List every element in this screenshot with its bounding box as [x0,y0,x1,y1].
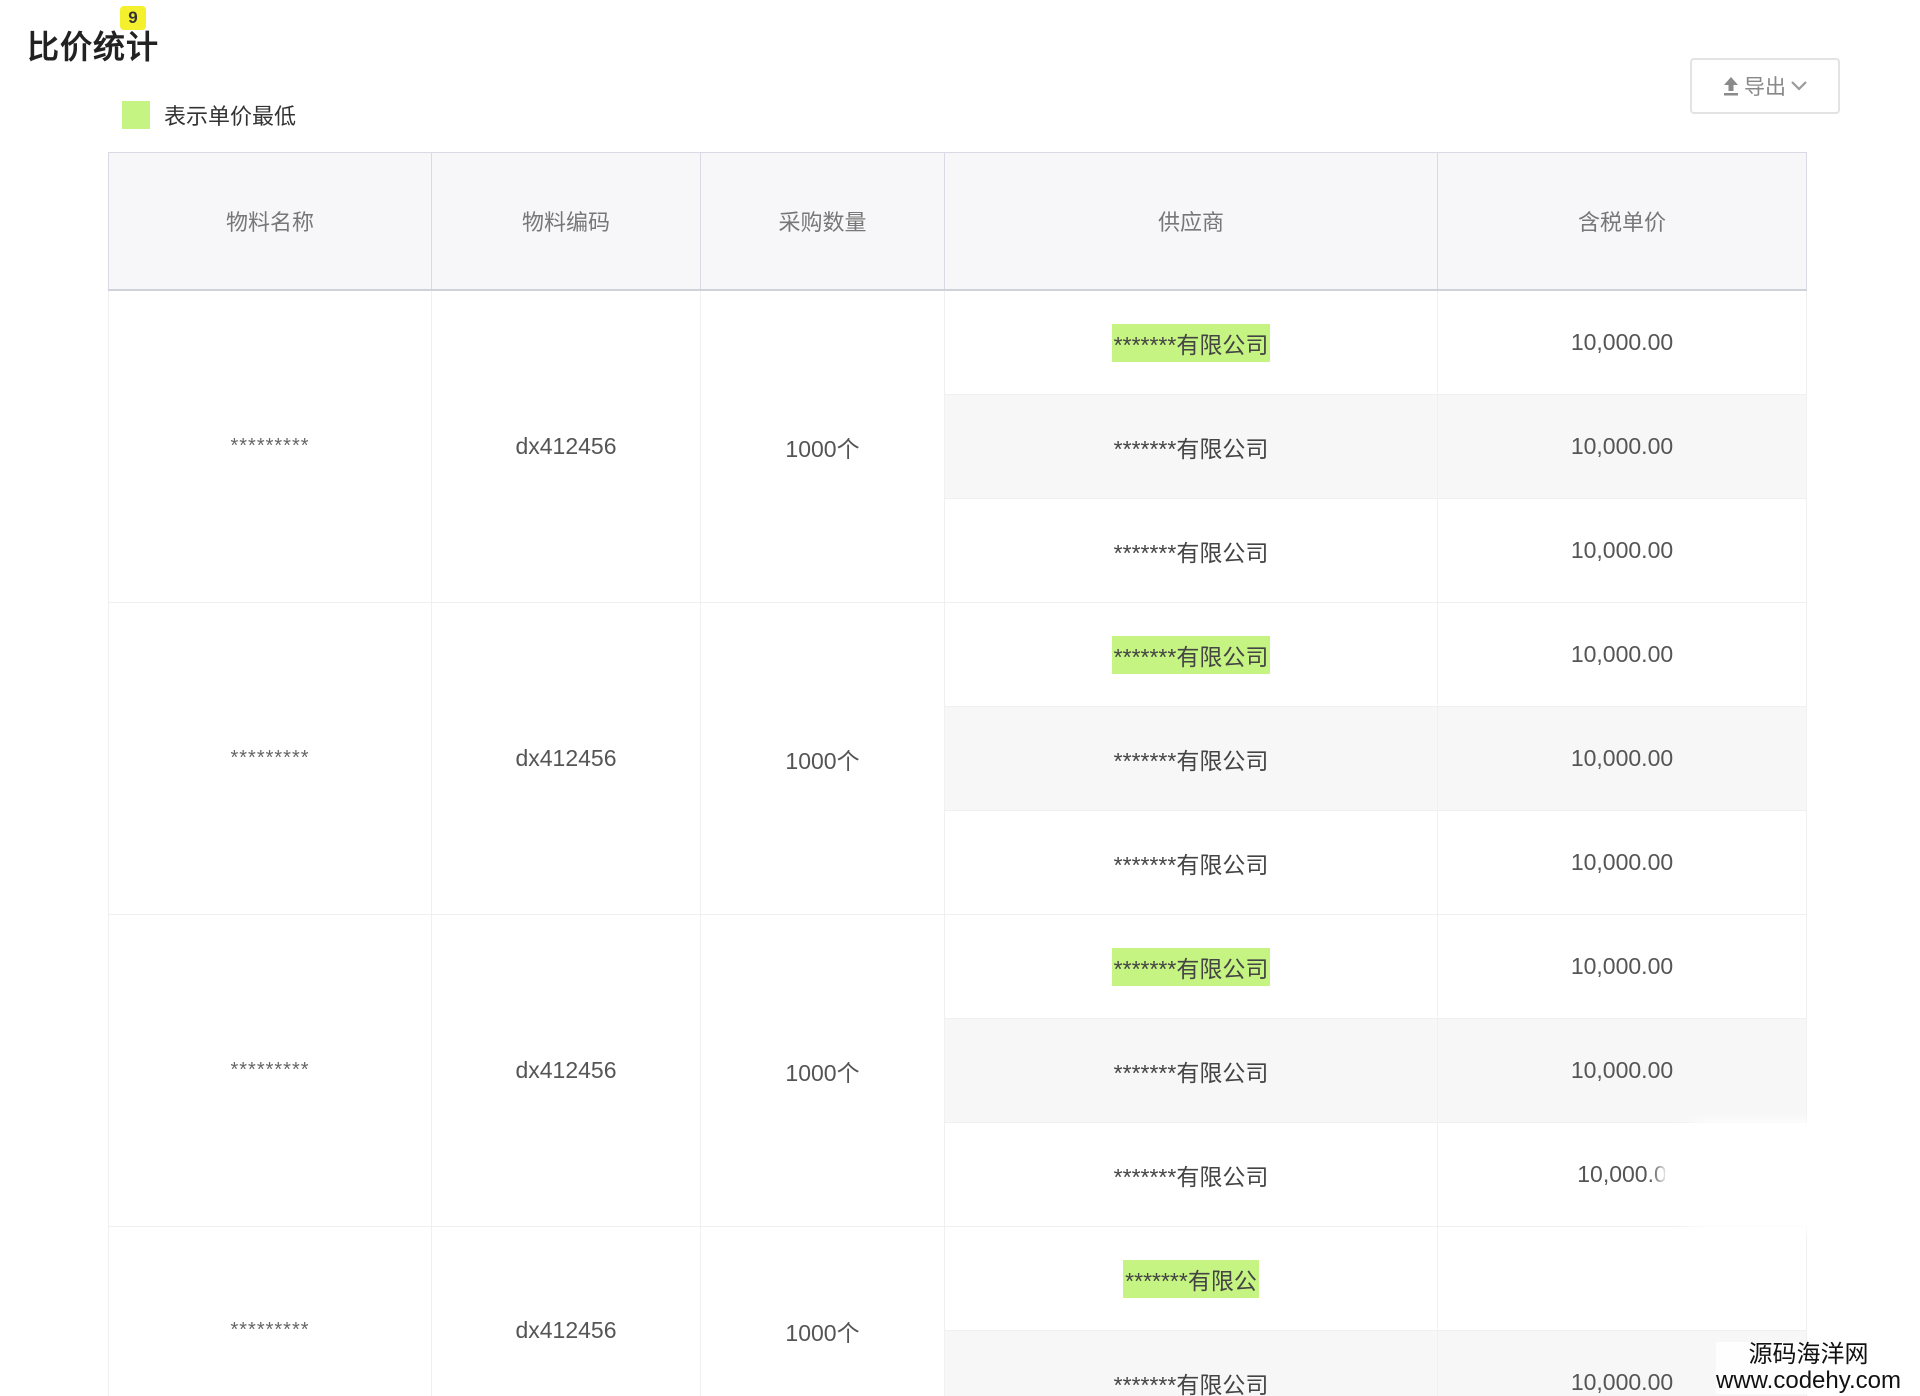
compare-table: 物料名称 物料编码 采购数量 供应商 含税单价 ********* dx4124… [108,152,1807,1396]
watermark: 源码海洋网 www.codehy.com [1716,1342,1901,1394]
price-cell: 10,000.00 [1437,289,1807,395]
header-quantity: 采购数量 [700,152,945,291]
table-row: ********* dx412456 1000个 *******有限公司 10,… [108,602,1807,915]
page: 比价统计 9 表示单价最低 导出 物料名称 物料编码 采购数量 供应商 含税单价… [0,0,1920,1396]
vendor-name: *******有限公司 [1113,747,1269,774]
material-name-cell: ********* [108,289,432,603]
price-cell: 10,000.00 [1437,810,1807,915]
vendor-name: *******有限公司 [1111,947,1271,986]
vendor-name: *******有限公司 [1113,435,1269,462]
title-badge: 9 [120,6,146,30]
material-name-cell: ********* [108,602,432,915]
table-row: ********* dx412456 1000个 *******有限公司 10,… [108,289,1807,603]
material-code-cell: dx412456 [431,914,701,1227]
quantity-cell: 1000个 [700,914,945,1227]
vendor-name: *******有限公 [1123,1259,1259,1298]
table-header-row: 物料名称 物料编码 采购数量 供应商 含税单价 [108,152,1807,291]
smudge-overlay [1665,1126,1850,1226]
header-material-code: 物料编码 [431,152,701,291]
vendor-name: *******有限公司 [1113,1371,1269,1396]
upload-icon [1722,76,1740,96]
vendor-name: *******有限公司 [1113,1163,1269,1190]
vendor-cell: *******有限公司 [944,810,1438,915]
vendor-cell: *******有限公司 [944,394,1438,499]
vendor-name: *******有限公司 [1113,539,1269,566]
vendor-name: *******有限公司 [1111,323,1271,362]
export-button[interactable]: 导出 [1690,58,1840,114]
vendor-name: *******有限公司 [1111,635,1271,674]
vendor-cell: *******有限公 [944,1226,1438,1331]
material-name-cell: ********* [108,914,432,1227]
price-cell: 10,000.00 [1437,394,1807,499]
vendor-cell: *******有限公司 [944,1330,1438,1396]
vendor-cell: *******有限公司 [944,914,1438,1019]
price-cell: 10,000.00 [1437,1018,1807,1123]
price-cell: 10,000.00 [1437,706,1807,811]
vendor-cell: *******有限公司 [944,498,1438,603]
legend-swatch [122,101,150,129]
price-cell: 10,000.00 [1437,914,1807,1019]
header-vendor: 供应商 [944,152,1438,291]
vendor-name: *******有限公司 [1113,851,1269,878]
quantity-cell: 1000个 [700,1226,945,1396]
quantity-cell: 1000个 [700,289,945,603]
chevron-down-icon [1790,80,1808,92]
vendor-cell: *******有限公司 [944,1122,1438,1227]
vendor-cell: *******有限公司 [944,602,1438,707]
vendor-cell: *******有限公司 [944,289,1438,395]
quantity-cell: 1000个 [700,602,945,915]
header-unit-price: 含税单价 [1437,152,1807,291]
legend-text: 表示单价最低 [164,104,297,129]
material-code-cell: dx412456 [431,289,701,603]
export-label: 导出 [1744,76,1786,99]
vendor-cell: *******有限公司 [944,706,1438,811]
table-row: ********* dx412456 1000个 *******有限公司 10,… [108,914,1807,1227]
watermark-line-2: www.codehy.com [1716,1367,1901,1394]
vendor-cell: *******有限公司 [944,1018,1438,1123]
price-cell [1437,1226,1807,1331]
material-name-cell: ********* [108,1226,432,1396]
price-cell: 10,000.00 [1437,602,1807,707]
header-material-name: 物料名称 [108,152,432,291]
vendor-name: *******有限公司 [1113,1059,1269,1086]
material-code-cell: dx412456 [431,602,701,915]
watermark-line-1: 源码海洋网 [1748,1341,1869,1368]
table-row: ********* dx412456 1000个 *******有限公 [108,1226,1807,1396]
price-cell: 10,000.00 [1437,498,1807,603]
legend: 表示单价最低 [122,101,296,129]
material-code-cell: dx412456 [431,1226,701,1396]
